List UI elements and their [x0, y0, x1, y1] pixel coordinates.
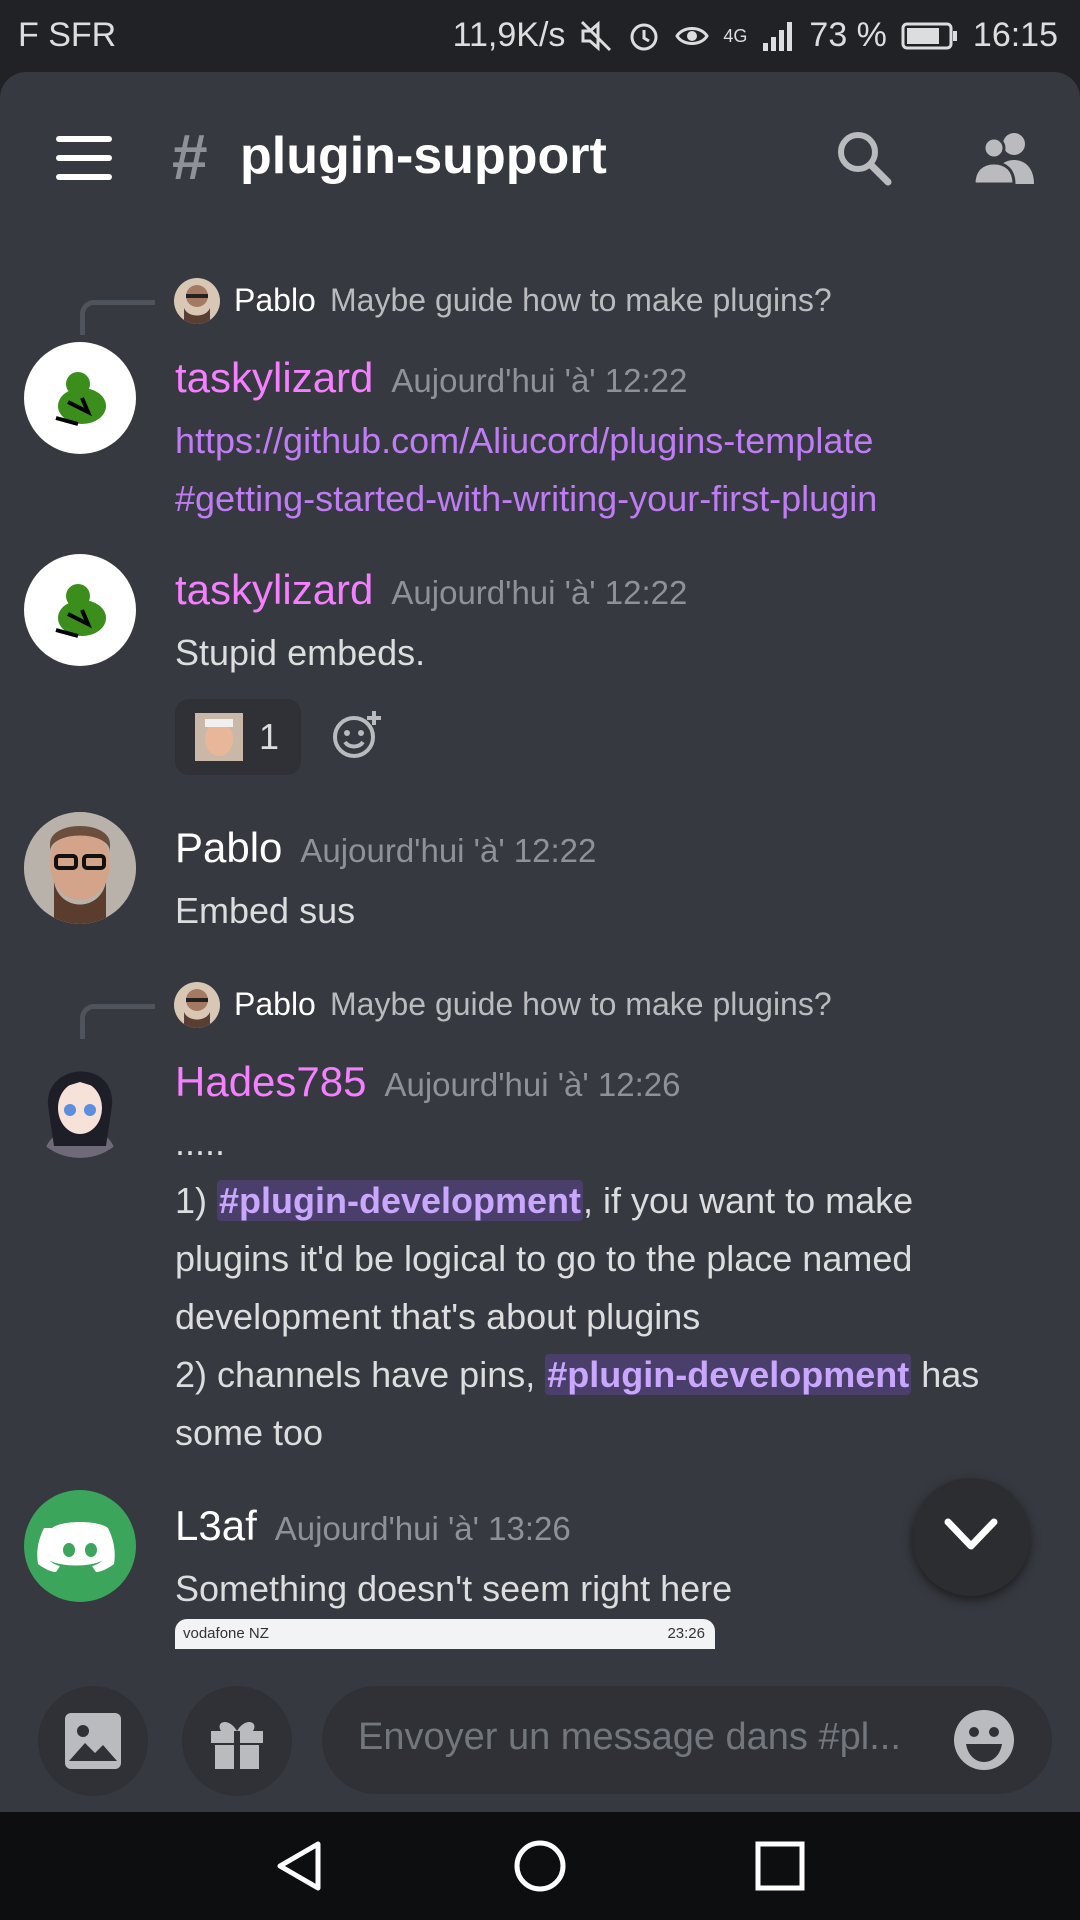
avatar[interactable]: [24, 1046, 136, 1158]
members-icon[interactable]: [972, 128, 1038, 188]
image-icon: [65, 1713, 121, 1769]
battery-icon: [901, 22, 957, 49]
avatar[interactable]: [24, 342, 136, 454]
message-line: 2) channels have pins, #plugin-developme…: [175, 1346, 1035, 1404]
attach-image-button[interactable]: [38, 1686, 148, 1796]
battery-percent: 73 %: [809, 16, 887, 54]
status-bar: F SFR 11,9K/s 4G 73 % 16:15: [0, 0, 1080, 72]
author-name[interactable]: Hades785: [175, 1058, 366, 1105]
reaction-pill[interactable]: 1: [175, 699, 301, 775]
gift-button[interactable]: [182, 1686, 292, 1796]
author-name[interactable]: taskylizard: [175, 566, 373, 613]
back-icon[interactable]: [272, 1838, 328, 1894]
channel-header: # plugin-support: [0, 72, 1080, 242]
reply-connector: [80, 1004, 155, 1039]
image-attachment[interactable]: vodafone NZ 23:26: [175, 1619, 715, 1649]
avatar: [174, 982, 220, 1028]
message-input-placeholder: Envoyer un message dans #pl...: [358, 1716, 901, 1758]
home-icon[interactable]: [512, 1838, 568, 1894]
reply-author: Pablo: [234, 986, 316, 1022]
message-line: development that's about plugins: [175, 1296, 701, 1337]
status-right: 11,9K/s 4G 73 % 16:15: [453, 16, 1058, 55]
reply-text: Maybe guide how to make plugins?: [330, 986, 832, 1022]
alarm-icon: [630, 23, 658, 50]
eye-icon: [675, 26, 710, 45]
emoji-icon[interactable]: [952, 1708, 1016, 1772]
author-line: taskylizard Aujourd'hui 'à' 12:22: [175, 566, 687, 614]
channel-mention[interactable]: #plugin-development: [545, 1354, 912, 1395]
text-fragment: has: [911, 1354, 980, 1395]
text-fragment: 2) channels have pins,: [175, 1354, 546, 1395]
reply-connector: [80, 300, 155, 335]
timestamp: Aujourd'hui 'à' 12:22: [391, 362, 688, 399]
channel-mention[interactable]: #plugin-development: [217, 1180, 584, 1221]
author-name[interactable]: taskylizard: [175, 354, 373, 401]
message-content: ..... 1) #plugin-development, if you wan…: [175, 1114, 1035, 1462]
avatar[interactable]: [24, 812, 136, 924]
author-line: taskylizard Aujourd'hui 'à' 12:22: [175, 354, 687, 402]
author-line: L3af Aujourd'hui 'à' 13:26: [175, 1502, 571, 1550]
message-input[interactable]: Envoyer un message dans #pl...: [322, 1686, 1052, 1794]
reply-text: Maybe guide how to make plugins?: [330, 282, 832, 318]
message-text: Embed sus: [175, 890, 356, 931]
channel-title: plugin-support: [240, 127, 607, 185]
message-line: .....: [175, 1122, 226, 1163]
clock: 16:15: [972, 16, 1058, 54]
mute-icon: [581, 20, 612, 51]
message-content: https://github.com/Aliucord/plugins-temp…: [175, 412, 1035, 528]
avatar[interactable]: [24, 554, 136, 666]
network-speed: 11,9K/s: [452, 16, 566, 54]
gift-icon: [211, 1721, 263, 1769]
network-type: 4G: [723, 25, 748, 46]
timestamp: Aujourd'hui 'à' 12:22: [391, 574, 688, 611]
discord-app: # plugin-support Pablo Maybe guide how t…: [0, 72, 1080, 1812]
message-text: Stupid embeds.: [175, 632, 426, 673]
timestamp: Aujourd'hui 'à' 13:26: [274, 1510, 571, 1547]
avatar[interactable]: [24, 1490, 136, 1602]
timestamp: Aujourd'hui 'à' 12:26: [384, 1066, 681, 1103]
timestamp: Aujourd'hui 'à' 12:22: [300, 832, 597, 869]
chevron-down-icon: [944, 1518, 998, 1550]
author-name[interactable]: Pablo: [175, 824, 282, 871]
message-link[interactable]: #getting-started-with-writing-your-first…: [175, 470, 1035, 528]
message-line: 1) #plugin-development, if you want to m…: [175, 1172, 1035, 1230]
author-line: Hades785 Aujourd'hui 'à' 12:26: [175, 1058, 680, 1106]
message-line: some too: [175, 1412, 324, 1453]
message-line: plugins it'd be logical to go to the pla…: [175, 1238, 913, 1279]
text-fragment: , if you want to make: [583, 1180, 914, 1221]
signal-icon: [763, 21, 793, 51]
reaction-emoji-icon: [195, 713, 243, 761]
message-link[interactable]: https://github.com/Aliucord/plugins-temp…: [175, 412, 1035, 470]
text-fragment: 1): [175, 1180, 218, 1221]
channel-hash-icon: #: [172, 121, 208, 193]
reaction-count: 1: [259, 716, 280, 757]
carrier-label: F SFR: [18, 16, 117, 54]
search-icon[interactable]: [834, 128, 894, 188]
avatar: [174, 278, 220, 324]
hamburger-icon[interactable]: [56, 136, 112, 180]
recents-icon[interactable]: [752, 1838, 808, 1894]
add-reaction-icon[interactable]: [330, 709, 384, 763]
author-name[interactable]: L3af: [175, 1502, 257, 1549]
message-composer: Envoyer un message dans #pl...: [0, 1662, 1080, 1812]
author-line: Pablo Aujourd'hui 'à' 12:22: [175, 824, 596, 872]
reply-preview[interactable]: Pablo Maybe guide how to make plugins?: [0, 278, 1080, 335]
discord-logo-icon: [37, 1522, 115, 1572]
reply-preview[interactable]: Pablo Maybe guide how to make plugins?: [0, 982, 1080, 1039]
message-text: Something doesn't seem right here: [175, 1568, 733, 1609]
attachment-carrier: vodafone NZ: [183, 1625, 269, 1642]
reply-author: Pablo: [234, 282, 316, 318]
attachment-time: 23:26: [667, 1625, 705, 1642]
system-nav-bar: [0, 1812, 1080, 1920]
jump-to-bottom-button[interactable]: [912, 1478, 1030, 1596]
